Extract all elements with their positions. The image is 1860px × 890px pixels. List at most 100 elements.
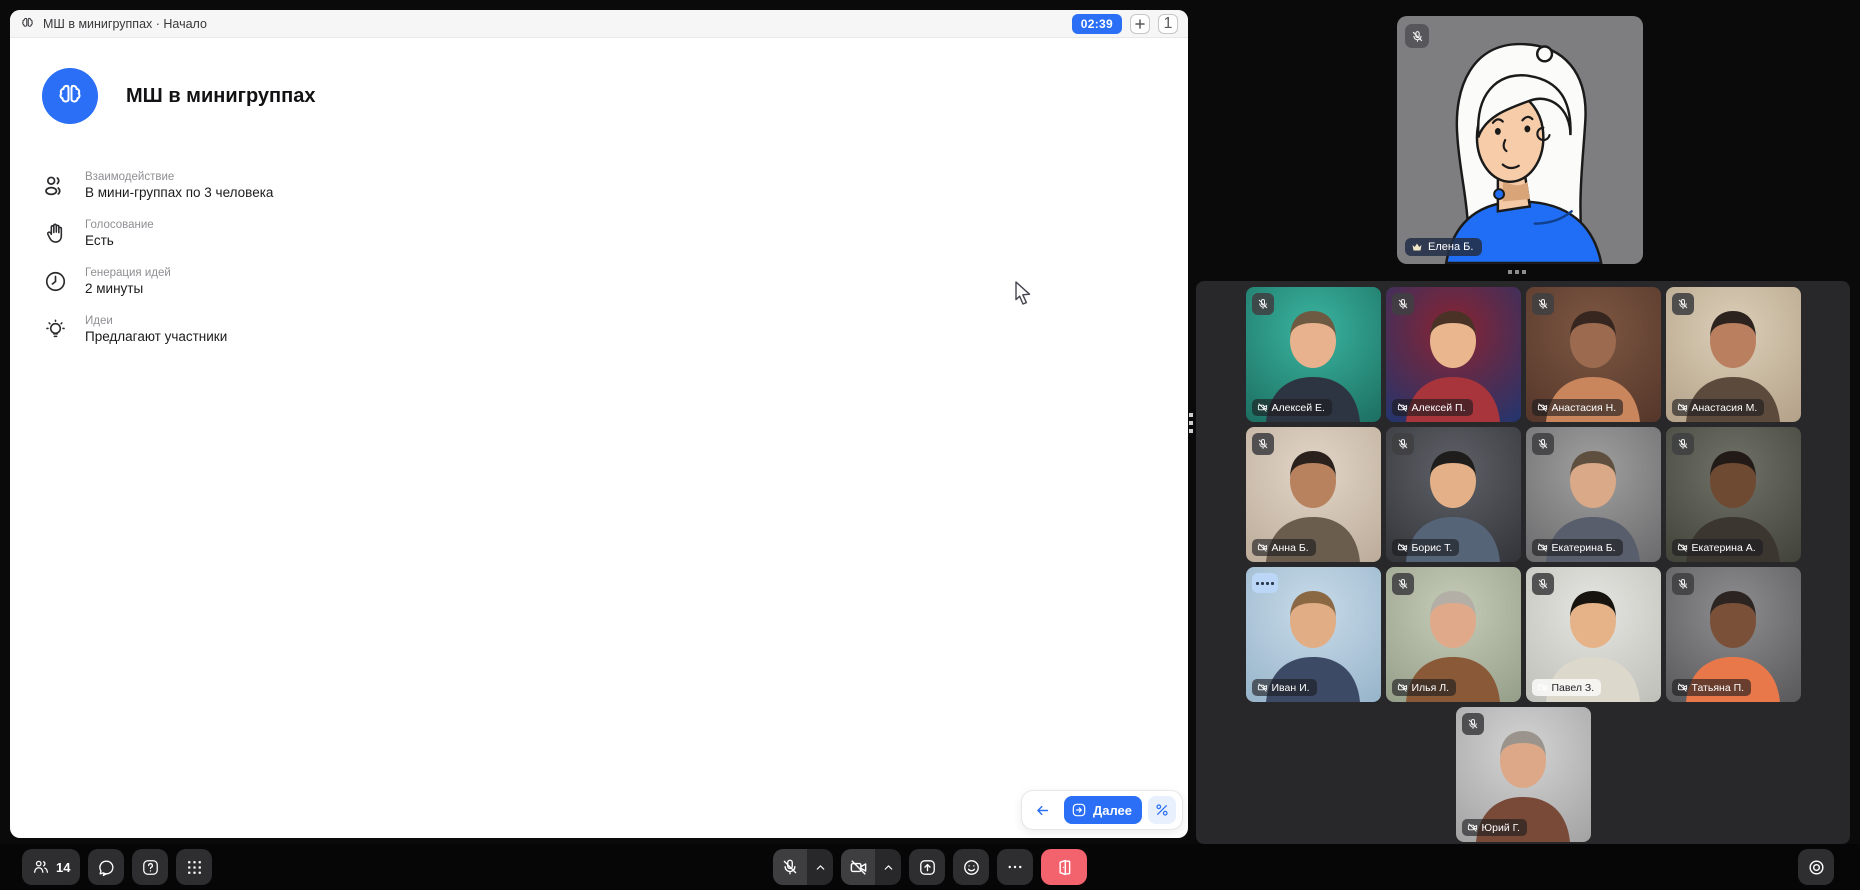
participant-tile[interactable]: Илья Л. <box>1386 567 1521 702</box>
detail-label: Генерация идей <box>85 266 171 280</box>
participant-tile[interactable]: Павел З. <box>1526 567 1661 702</box>
participant-tile[interactable]: Анна Б. <box>1246 427 1381 562</box>
chat-icon <box>97 858 116 877</box>
camera-off-icon <box>1257 542 1268 553</box>
questions-button[interactable] <box>132 849 168 885</box>
mic-muted-icon <box>1405 24 1429 48</box>
activity-panel-header: МШ в минигруппах · Начало 02:39 1 <box>10 10 1188 38</box>
panel-resize-handle[interactable] <box>1189 413 1193 433</box>
timer-badge: 02:39 <box>1072 14 1122 34</box>
record-button[interactable] <box>1798 849 1834 885</box>
more-options-button[interactable] <box>997 849 1033 885</box>
participant-name: Анна Б. <box>1272 542 1309 554</box>
people-icon <box>40 173 70 199</box>
tile-more-button[interactable] <box>1252 573 1278 593</box>
participant-name-badge: Татьяна П. <box>1672 679 1752 696</box>
mic-muted-icon <box>1672 573 1694 595</box>
participants-count: 14 <box>56 860 70 875</box>
camera-off-icon <box>1397 542 1408 553</box>
mic-muted-icon <box>1252 433 1274 455</box>
participant-name: Екатерина А. <box>1692 542 1756 554</box>
detail-interaction: Взаимодействие В мини-группах по 3 челов… <box>40 170 273 202</box>
mic-muted-icon <box>1532 573 1554 595</box>
camera-off-icon <box>1397 402 1408 413</box>
camera-off-icon <box>1537 682 1548 693</box>
arrow-next-icon <box>1071 802 1087 818</box>
participant-name-badge: Алексей П. <box>1392 399 1473 416</box>
participant-tile[interactable]: Алексей Е. <box>1246 287 1381 422</box>
participant-name-badge: Илья Л. <box>1392 679 1457 696</box>
participant-name: Екатерина Б. <box>1552 542 1616 554</box>
participant-tile[interactable]: Алексей П. <box>1386 287 1521 422</box>
detail-label: Голосование <box>85 218 154 232</box>
mic-muted-icon <box>1462 713 1484 735</box>
participant-name-badge: Анастасия Н. <box>1532 399 1624 416</box>
camera-off-icon <box>1257 682 1268 693</box>
camera-split-button[interactable] <box>841 849 901 885</box>
detail-label: Взаимодействие <box>85 170 273 184</box>
chevron-up-icon <box>814 861 827 874</box>
participant-tile[interactable]: Екатерина Б. <box>1526 427 1661 562</box>
chat-button[interactable] <box>88 849 124 885</box>
stage-name-badge: Елена Б. <box>1405 238 1482 256</box>
apps-button[interactable] <box>176 849 212 885</box>
leave-meeting-button[interactable] <box>1041 849 1087 885</box>
participant-name: Алексей П. <box>1412 402 1466 414</box>
detail-label: Идеи <box>85 314 227 328</box>
participants-button[interactable]: 14 <box>22 849 80 885</box>
participant-tile[interactable]: Иван И. <box>1246 567 1381 702</box>
participant-name: Илья Л. <box>1412 682 1450 694</box>
participant-tile[interactable]: Юрий Г. <box>1456 707 1591 842</box>
stage-video-tile[interactable]: Елена Б. <box>1397 16 1643 264</box>
mic-muted-icon <box>1392 573 1414 595</box>
camera-off-icon <box>1537 542 1548 553</box>
stage-participant-name: Елена Б. <box>1428 241 1473 253</box>
leave-icon <box>1055 858 1074 877</box>
stage-avatar-illustration <box>1397 16 1643 264</box>
participants-grid-panel: Алексей Е. Алексей П. <box>1196 281 1850 844</box>
participant-name-badge: Алексей Е. <box>1252 399 1332 416</box>
share-screen-button[interactable] <box>909 849 945 885</box>
reactions-button[interactable] <box>953 849 989 885</box>
page-number-button[interactable]: 1 <box>1158 14 1178 34</box>
activity-title: МШ в минигруппах <box>126 85 315 108</box>
microphone-button[interactable] <box>773 849 807 885</box>
mic-muted-icon <box>1672 433 1694 455</box>
chevron-up-icon <box>882 861 895 874</box>
mic-muted-icon <box>1672 293 1694 315</box>
mic-muted-icon <box>1532 433 1554 455</box>
back-button[interactable] <box>1028 796 1058 824</box>
participant-name-badge: Борис Т. <box>1392 539 1460 556</box>
participant-tile[interactable]: Борис Т. <box>1386 427 1521 562</box>
participant-tile[interactable]: Татьяна П. <box>1666 567 1801 702</box>
participant-tile[interactable]: Анастасия М. <box>1666 287 1801 422</box>
detail-voting: Голосование Есть <box>40 218 273 250</box>
camera-button[interactable] <box>841 849 875 885</box>
mic-muted-icon <box>781 858 799 876</box>
reactions-icon <box>962 858 981 877</box>
microphone-split-button[interactable] <box>773 849 833 885</box>
hand-icon <box>40 221 70 246</box>
share-icon <box>918 858 937 877</box>
activity-panel: МШ в минигруппах · Начало 02:39 1 МШ в м… <box>10 10 1188 838</box>
camera-options-button[interactable] <box>875 849 901 885</box>
participants-grid: Алексей Е. Алексей П. <box>1246 287 1801 842</box>
camera-off-icon <box>1397 682 1408 693</box>
camera-off-icon <box>849 858 868 877</box>
participant-tile[interactable]: Екатерина А. <box>1666 427 1801 562</box>
camera-off-icon <box>1257 402 1268 413</box>
mic-muted-icon <box>1252 293 1274 315</box>
participant-name-badge: Павел З. <box>1532 679 1602 696</box>
shuffle-icon <box>1154 802 1170 818</box>
participant-name-badge: Анна Б. <box>1252 539 1316 556</box>
window-title: МШ в минигруппах · Начало <box>43 17 207 31</box>
shuffle-groups-button[interactable] <box>1148 796 1176 824</box>
bottom-toolbar: 14 <box>0 844 1860 890</box>
add-slide-button[interactable] <box>1130 14 1150 34</box>
next-button[interactable]: Далее <box>1064 796 1142 824</box>
microphone-options-button[interactable] <box>807 849 833 885</box>
stage-resize-handle[interactable] <box>1508 270 1526 274</box>
more-icon <box>1006 858 1024 876</box>
slide-nav: Далее <box>1021 790 1183 830</box>
participant-tile[interactable]: Анастасия Н. <box>1526 287 1661 422</box>
